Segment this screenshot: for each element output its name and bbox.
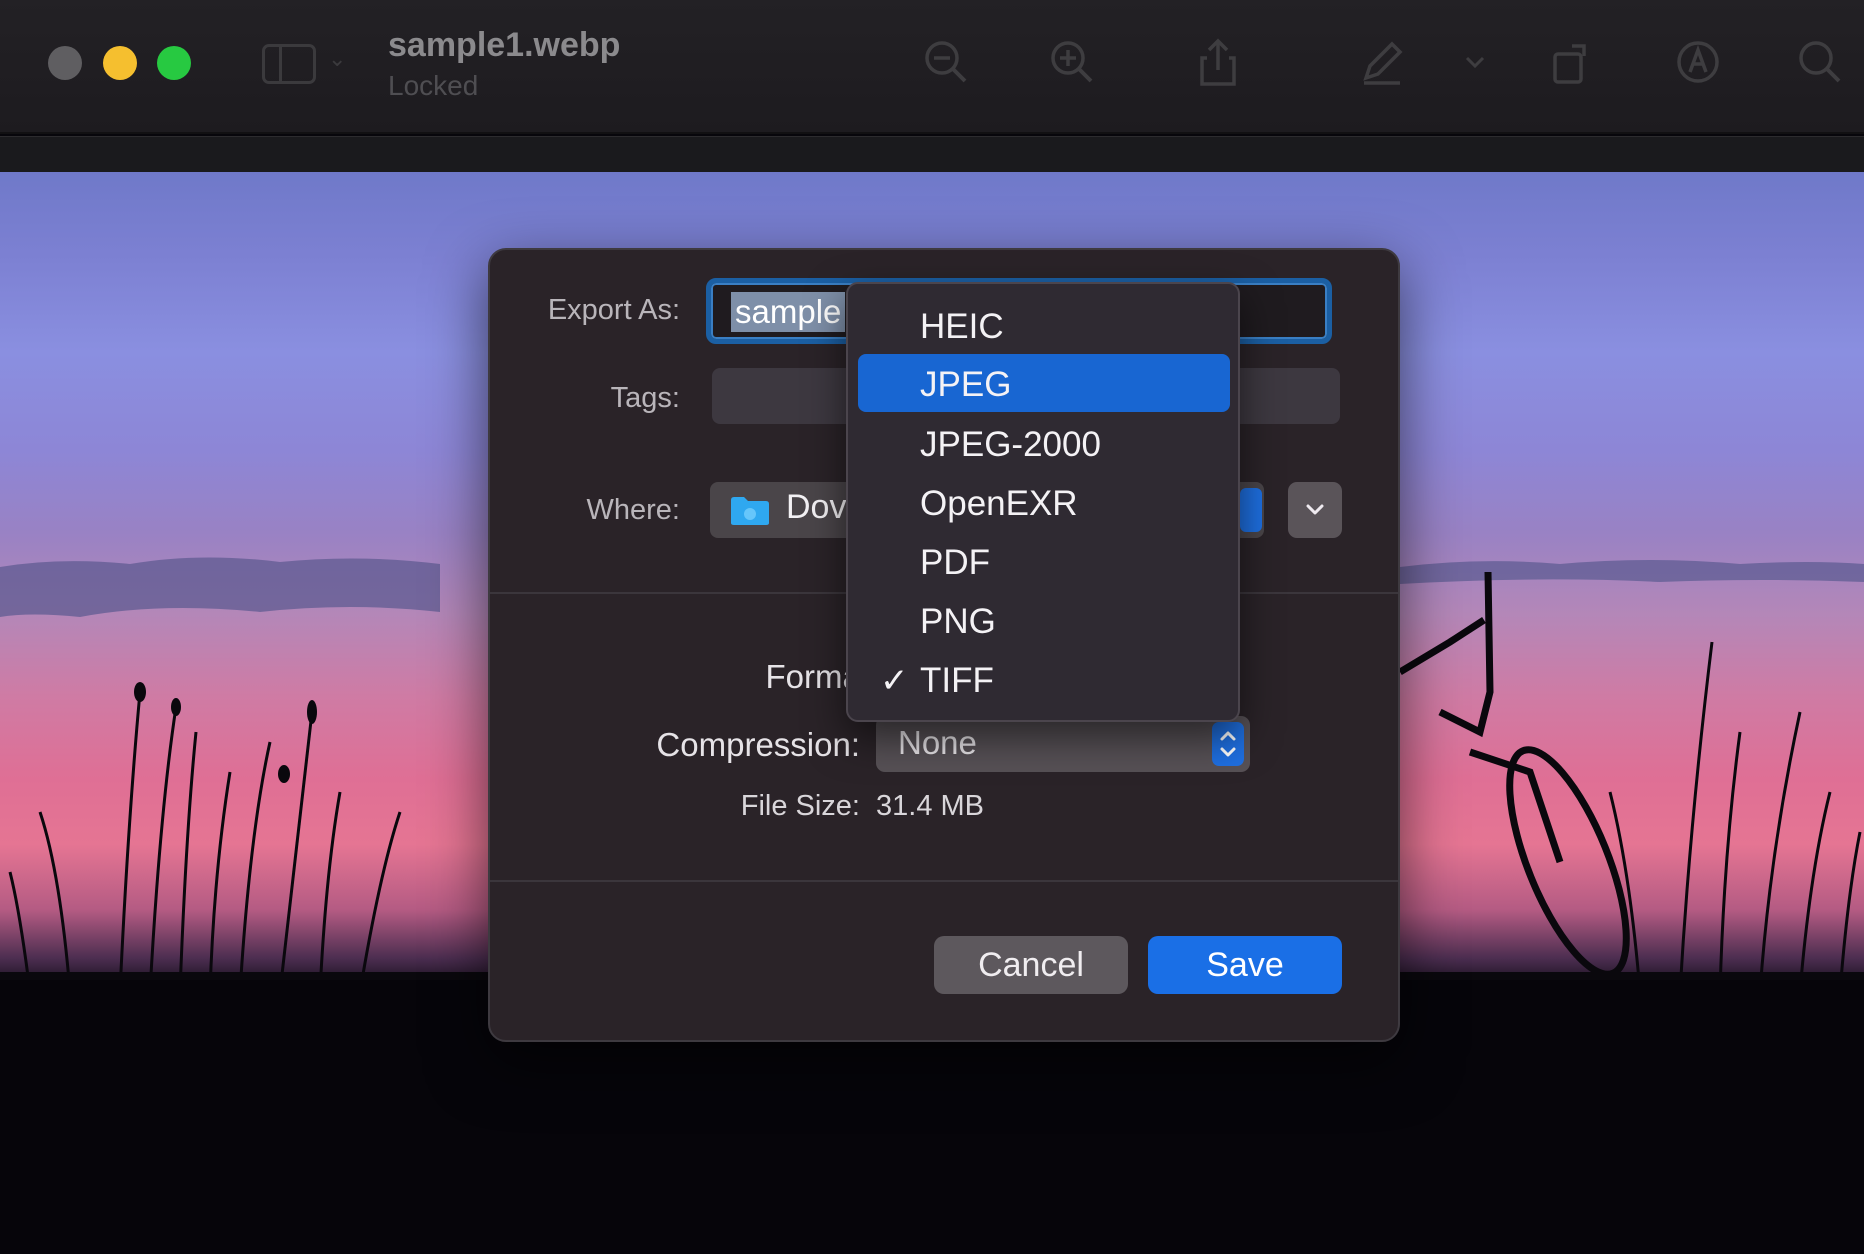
file-size-value: 31.4 MB [876,790,984,822]
updown-arrows-icon [1212,722,1244,766]
minimize-window-button[interactable] [103,46,137,80]
folder-icon [731,497,769,525]
chevron-down-icon [1306,504,1324,515]
format-label: Format [765,658,870,695]
where-label: Where: [586,494,680,526]
cancel-button[interactable]: Cancel [934,936,1128,994]
divider [490,880,1398,882]
format-menu: HEIC JPEG JPEG-2000 OpenEXR PDF PNG ✓ TI… [846,282,1240,722]
menu-item-label: JPEG [920,365,1012,404]
menu-item-label: TIFF [920,661,994,700]
menu-item-jpeg[interactable]: JPEG [858,354,1230,412]
title-bar: ⌄ sample1.webp Locked [0,0,1864,134]
menu-item-pdf[interactable]: PDF [858,532,1230,590]
tags-label: Tags: [610,382,680,414]
export-as-label: Export As: [547,294,680,326]
menu-item-label: OpenEXR [920,484,1078,523]
file-size-label: File Size: [740,790,860,822]
expand-button[interactable] [1288,482,1342,538]
toolbar-strip [0,136,1864,172]
menu-item-label: PNG [920,602,996,641]
compression-value: None [898,724,977,761]
markup-icon[interactable] [1356,36,1408,88]
markup-options-chevron-icon[interactable] [1462,36,1488,88]
export-as-value: sample [731,292,846,332]
compression-popup[interactable]: None [876,716,1250,772]
maximize-window-button[interactable] [157,46,191,80]
menu-item-openexr[interactable]: OpenEXR [858,473,1230,531]
save-button[interactable]: Save [1148,936,1342,994]
menu-item-label: PDF [920,543,990,582]
menu-item-png[interactable]: PNG [858,591,1230,649]
share-icon[interactable] [1192,36,1244,88]
menu-item-tiff[interactable]: ✓ TIFF [858,650,1230,708]
document-status: Locked [388,70,479,101]
rotate-icon[interactable] [1546,36,1598,88]
search-icon[interactable] [1794,36,1846,88]
close-window-button[interactable] [48,46,82,80]
where-stepper[interactable] [1240,488,1262,532]
compression-label: Compression: [656,726,860,763]
chevron-down-icon[interactable]: ⌄ [328,46,346,72]
where-value: Dov [786,488,847,526]
checkmark-icon: ✓ [880,662,909,700]
zoom-in-icon[interactable] [1046,36,1098,88]
sidebar-icon[interactable] [262,44,316,84]
document-title: sample1.webp [388,26,621,64]
menu-item-heic[interactable]: HEIC [858,296,1230,354]
zoom-out-icon[interactable] [920,36,972,88]
menu-item-label: JPEG-2000 [920,425,1101,464]
menu-item-jpeg-2000[interactable]: JPEG-2000 [858,414,1230,472]
annotate-icon[interactable] [1672,36,1724,88]
menu-item-label: HEIC [920,307,1004,346]
